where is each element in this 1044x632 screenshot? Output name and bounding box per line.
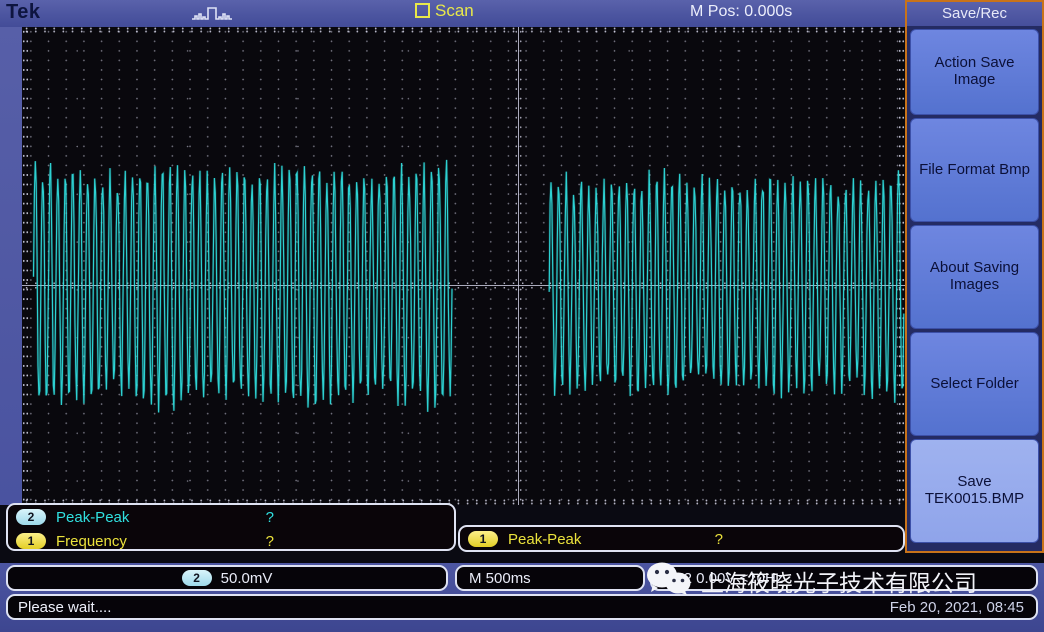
trigger-waveform-icon [192, 5, 232, 28]
oscilloscope-screen: Tek Scan M Pos: 0.000s Save/Rec Action S… [0, 0, 1044, 632]
menu-button-select-folder[interactable]: Select Folder [910, 332, 1039, 436]
scan-square-icon [415, 3, 430, 18]
menu-button-save-file[interactable]: Save TEK0015.BMP [910, 439, 1039, 543]
menu-button-label: File Format Bmp [919, 160, 1030, 178]
datetime-label: Feb 20, 2021, 08:45 [889, 598, 1024, 616]
channel-chip: 2 [181, 570, 212, 586]
side-menu-panel: Save/Rec Action Save Image File Format B… [905, 0, 1044, 553]
channel2-scale-readout[interactable]: 2 50.0mV [6, 565, 448, 591]
measurement-row[interactable]: 1 Peak-Peak ? [460, 527, 903, 551]
tek-logo: Tek [6, 1, 41, 23]
timebase-value: M 500ms [469, 569, 531, 587]
menu-button-action-save-image[interactable]: Action Save Image [910, 29, 1039, 115]
menu-button-label: Save TEK0015.BMP [924, 473, 1025, 507]
left-rail [0, 27, 22, 505]
measurement-type: Peak-Peak [56, 508, 130, 526]
measurement-value: ? [265, 508, 274, 526]
menu-button-label: Action Save Image [934, 54, 1015, 88]
measurement-panel-right[interactable]: 1 Peak-Peak ? [458, 525, 905, 552]
measurement-type: Peak-Peak [508, 530, 582, 548]
side-menu-title: Save/Rec [907, 2, 1042, 26]
channel2-scale-value: 50.0mV [220, 569, 273, 587]
measurement-row[interactable]: 2 Peak-Peak ? [8, 505, 454, 529]
menu-button-label: Select Folder [930, 374, 1019, 392]
channel2-trace [32, 159, 905, 413]
top-status-bar: Tek Scan M Pos: 0.000s [0, 0, 905, 27]
menu-button-file-format[interactable]: File Format Bmp [910, 118, 1039, 222]
timebase-readout[interactable]: M 500ms [455, 565, 645, 591]
status-message: Please wait.... [18, 598, 112, 616]
trigger-readout[interactable]: CH2 0.00V <10Hz [650, 565, 1038, 591]
acquisition-mode-indicator: Scan [415, 2, 474, 19]
menu-button-about-saving-images[interactable]: About Saving Images [910, 225, 1039, 329]
status-bar: Please wait.... Feb 20, 2021, 08:45 [6, 594, 1038, 620]
channel-chip: 1 [16, 533, 46, 549]
channel-chip: 1 [468, 531, 498, 547]
measurement-panel-left[interactable]: 2 Peak-Peak ? 1 Frequency ? [6, 503, 456, 551]
channel-chip: 2 [16, 509, 46, 525]
measurement-value: ? [714, 530, 723, 548]
acq-mode-label: Scan [435, 1, 474, 20]
measurement-row[interactable]: 1 Frequency ? [8, 529, 454, 553]
measurement-value: ? [265, 532, 274, 550]
trigger-info: CH2 0.00V <10Hz [662, 569, 784, 587]
menu-button-label: About Saving Images [929, 259, 1020, 293]
measurement-type: Frequency [56, 532, 127, 550]
horizontal-position-label: M Pos: 0.000s [690, 3, 793, 20]
waveform-display [22, 27, 905, 505]
